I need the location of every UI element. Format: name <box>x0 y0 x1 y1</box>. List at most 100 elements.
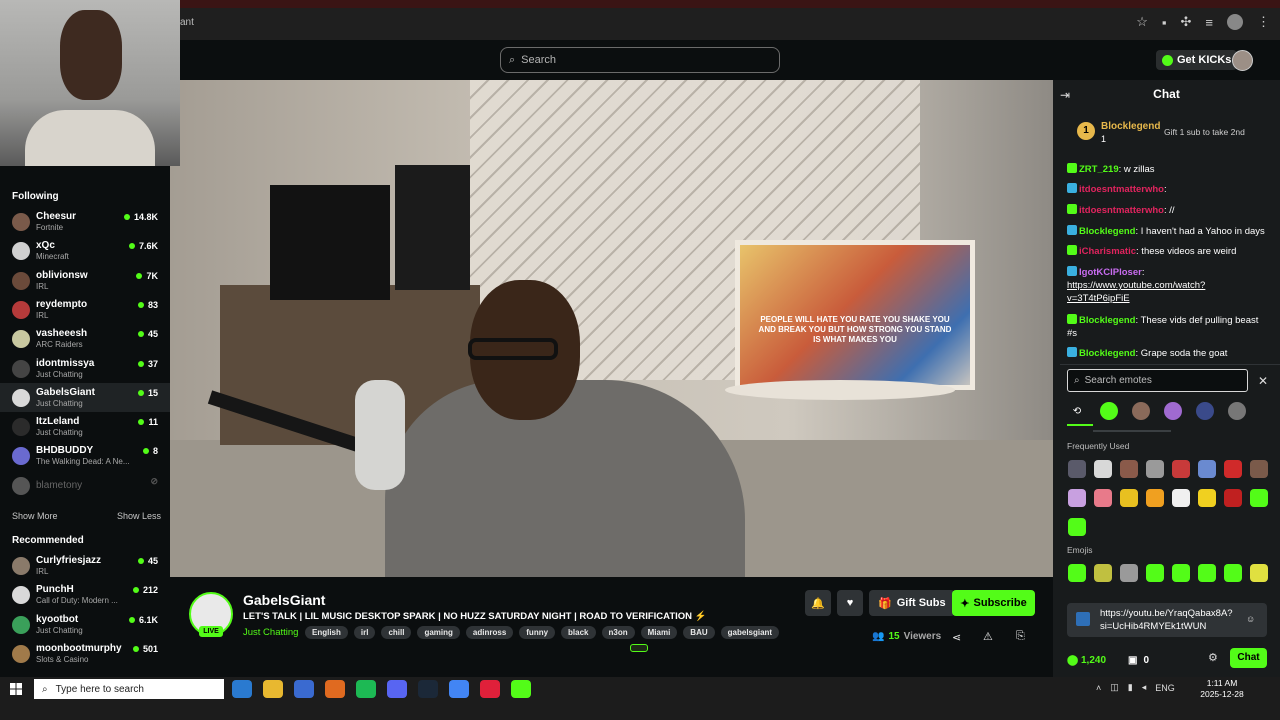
sidebar-item[interactable]: oblivionsw IRL 7K <box>0 266 170 295</box>
emoji-icon[interactable]: ☺ <box>1246 614 1255 624</box>
chat-username[interactable]: Blocklegend <box>1079 315 1136 326</box>
user-avatar[interactable] <box>1232 50 1253 71</box>
stream-tag[interactable]: funny <box>519 626 556 639</box>
sidebar-item[interactable]: GabelsGiant Just Chatting 15 <box>0 382 170 412</box>
emote[interactable] <box>1120 460 1138 478</box>
show-more-link[interactable]: Show More <box>12 511 58 521</box>
obs-icon[interactable] <box>325 680 345 698</box>
sidebar-item[interactable]: kyootbot Just Chatting 6.1K <box>0 610 170 639</box>
star-icon[interactable]: ☆ <box>1136 14 1148 30</box>
steam-icon[interactable] <box>418 680 438 698</box>
taskbar-clock[interactable]: 1:11 AM 2025-12-28 <box>1200 678 1244 700</box>
emote[interactable] <box>1250 460 1268 478</box>
emote[interactable] <box>1068 564 1086 582</box>
chat-username[interactable]: Blocklegend <box>1079 226 1136 237</box>
sidebar-item[interactable]: blametony ⊘ <box>0 471 170 500</box>
channel4-emote-tab-icon[interactable] <box>1228 402 1246 420</box>
emote[interactable] <box>1120 489 1138 507</box>
chat-username[interactable]: itdoesntmatterwho <box>1079 205 1164 216</box>
send-chat-button[interactable]: Chat <box>1230 648 1267 668</box>
notification-bell-button[interactable]: 🔔 <box>805 590 831 616</box>
stream-tag[interactable]: irl <box>353 626 376 639</box>
emote[interactable] <box>1146 489 1164 507</box>
gear-icon[interactable]: ⚙ <box>1208 651 1218 664</box>
gift-sub-prompt[interactable]: Gift 1 sub to take 2nd <box>1164 127 1245 137</box>
emote[interactable] <box>1250 489 1268 507</box>
address-text[interactable]: ant <box>180 17 194 28</box>
network-icon[interactable]: ◫ <box>1110 682 1119 693</box>
streamer-name[interactable]: GabelsGiant <box>243 592 325 608</box>
emote[interactable] <box>1198 489 1216 507</box>
emote[interactable] <box>1224 489 1242 507</box>
sidebar-item[interactable]: reydempto IRL 83 <box>0 295 170 324</box>
emote[interactable] <box>1198 564 1216 582</box>
emote[interactable] <box>1146 564 1164 582</box>
mic-icon[interactable]: ▮ <box>1128 682 1133 693</box>
emote-search-input[interactable]: ⌕ Search emotes <box>1067 369 1248 392</box>
share-icon[interactable]: ⋖ <box>952 631 961 644</box>
sidebar-item[interactable]: moonbootmurphy Slots & Casino 501 <box>0 639 170 668</box>
file-explorer-icon[interactable] <box>263 680 283 698</box>
chat-username[interactable]: ZRT_219 <box>1079 164 1119 175</box>
sidebar-item[interactable]: PunchH Call of Duty: Modern ... 212 <box>0 580 170 609</box>
chevron-up-icon[interactable]: ˄ <box>1096 683 1101 693</box>
gift-subs-button[interactable]: 🎁 Gift Subs <box>869 590 955 616</box>
spotify-icon[interactable] <box>356 680 376 698</box>
opera-icon[interactable] <box>480 680 500 698</box>
leaderboard-name[interactable]: Blocklegend <box>1101 121 1160 132</box>
stream-tag[interactable]: gabelsgiant <box>720 626 780 639</box>
follow-button[interactable]: ♥ <box>837 590 863 616</box>
get-kicks-button[interactable]: Get KICKs <box>1156 50 1238 70</box>
stream-tag[interactable]: Miami <box>640 626 678 639</box>
video-player[interactable]: PEOPLE WILL HATE YOU RATE YOU SHAKE YOU … <box>170 80 1053 577</box>
emote[interactable] <box>1172 564 1190 582</box>
show-less-link[interactable]: Show Less <box>117 511 161 521</box>
bag-icon[interactable]: ▣ <box>1128 655 1137 666</box>
edge-icon[interactable] <box>232 680 252 698</box>
emote[interactable] <box>1068 518 1086 536</box>
profile-icon[interactable] <box>1227 14 1243 30</box>
sidebar-item[interactable]: Cheesur Fortnite 14.8K <box>0 207 170 236</box>
chat-username[interactable]: IgotKCIPloser <box>1079 267 1142 278</box>
sidebar-item[interactable]: Curlyfriesjazz IRL 45 <box>0 551 170 580</box>
windows-start-icon[interactable] <box>10 683 22 695</box>
channel2-emote-tab-icon[interactable] <box>1164 402 1182 420</box>
stream-tag[interactable]: black <box>561 626 596 639</box>
stream-tag[interactable]: gaming <box>417 626 460 639</box>
chat-username[interactable]: iCharismatic <box>1079 246 1136 257</box>
puzzle-icon[interactable]: ✣ <box>1181 14 1192 30</box>
emote[interactable] <box>1094 564 1112 582</box>
sidebar-item[interactable]: idontmissya Just Chatting 37 <box>0 354 170 383</box>
stream-category[interactable]: Just Chatting <box>243 627 298 638</box>
search-input[interactable]: ⌕ Search <box>500 47 780 73</box>
lang-indicator[interactable]: ENG <box>1155 683 1175 693</box>
emote[interactable] <box>1120 564 1138 582</box>
stream-tag[interactable]: adinross <box>465 626 514 639</box>
recent-tab-icon[interactable]: ⟲ <box>1068 402 1086 420</box>
taskbar-search[interactable]: ⌕ Type here to search <box>34 679 224 699</box>
emote[interactable] <box>1172 460 1190 478</box>
store-icon[interactable] <box>294 680 314 698</box>
emote[interactable] <box>1198 460 1216 478</box>
extensions-icon[interactable]: ▪ <box>1162 15 1167 30</box>
emote[interactable] <box>1094 489 1112 507</box>
emote[interactable] <box>1094 460 1112 478</box>
close-icon[interactable]: ✕ <box>1258 374 1268 388</box>
discord-icon[interactable] <box>387 680 407 698</box>
chat-username[interactable]: Blocklegend <box>1079 348 1136 359</box>
channel-emote-tab-icon[interactable] <box>1132 402 1150 420</box>
kebab-icon[interactable]: ⋮ <box>1257 14 1270 30</box>
sidebar-item[interactable]: xQc Minecraft 7.6K <box>0 236 170 265</box>
menu-icon[interactable]: ≡ <box>1205 15 1213 30</box>
stream-tag[interactable]: chill <box>381 626 412 639</box>
chat-link[interactable]: https://www.youtube.com/watch?v=3T4tP6ip… <box>1067 280 1205 304</box>
report-icon[interactable]: ⚠ <box>983 630 993 643</box>
kicks-balance[interactable]: 1,240 <box>1081 655 1106 666</box>
chat-username[interactable]: itdoesntmatterwho <box>1079 184 1164 195</box>
channel3-emote-tab-icon[interactable] <box>1196 402 1214 420</box>
stream-tag[interactable]: English <box>305 626 348 639</box>
subscribe-button[interactable]: ✦ Subscribe <box>952 590 1035 616</box>
sidebar-item[interactable]: BHDBUDDY The Walking Dead: A Ne... 8 <box>0 441 170 470</box>
volume-icon[interactable]: ◂ <box>1142 682 1147 693</box>
emote[interactable] <box>1146 460 1164 478</box>
